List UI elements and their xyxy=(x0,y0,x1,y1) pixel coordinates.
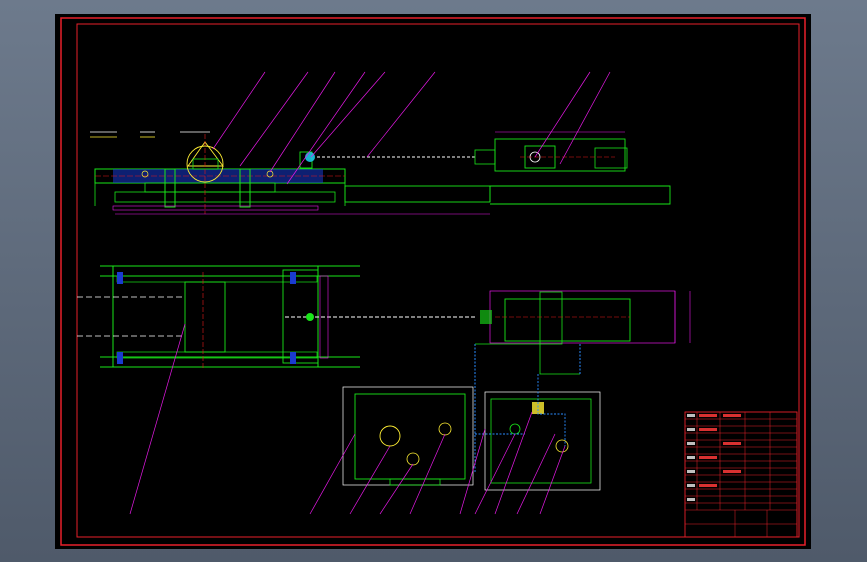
lower-leaders xyxy=(129,323,566,515)
title-block[interactable] xyxy=(684,411,798,538)
drawing-svg xyxy=(60,17,806,546)
drawing-canvas[interactable] xyxy=(55,14,811,549)
outer-frame xyxy=(60,17,806,546)
top-leaders xyxy=(212,71,611,185)
top-elevation-view[interactable] xyxy=(90,131,671,215)
cad-viewer xyxy=(0,0,867,562)
hydraulic-station[interactable] xyxy=(342,343,601,491)
plan-view[interactable] xyxy=(77,265,691,369)
inner-frame xyxy=(76,23,800,538)
